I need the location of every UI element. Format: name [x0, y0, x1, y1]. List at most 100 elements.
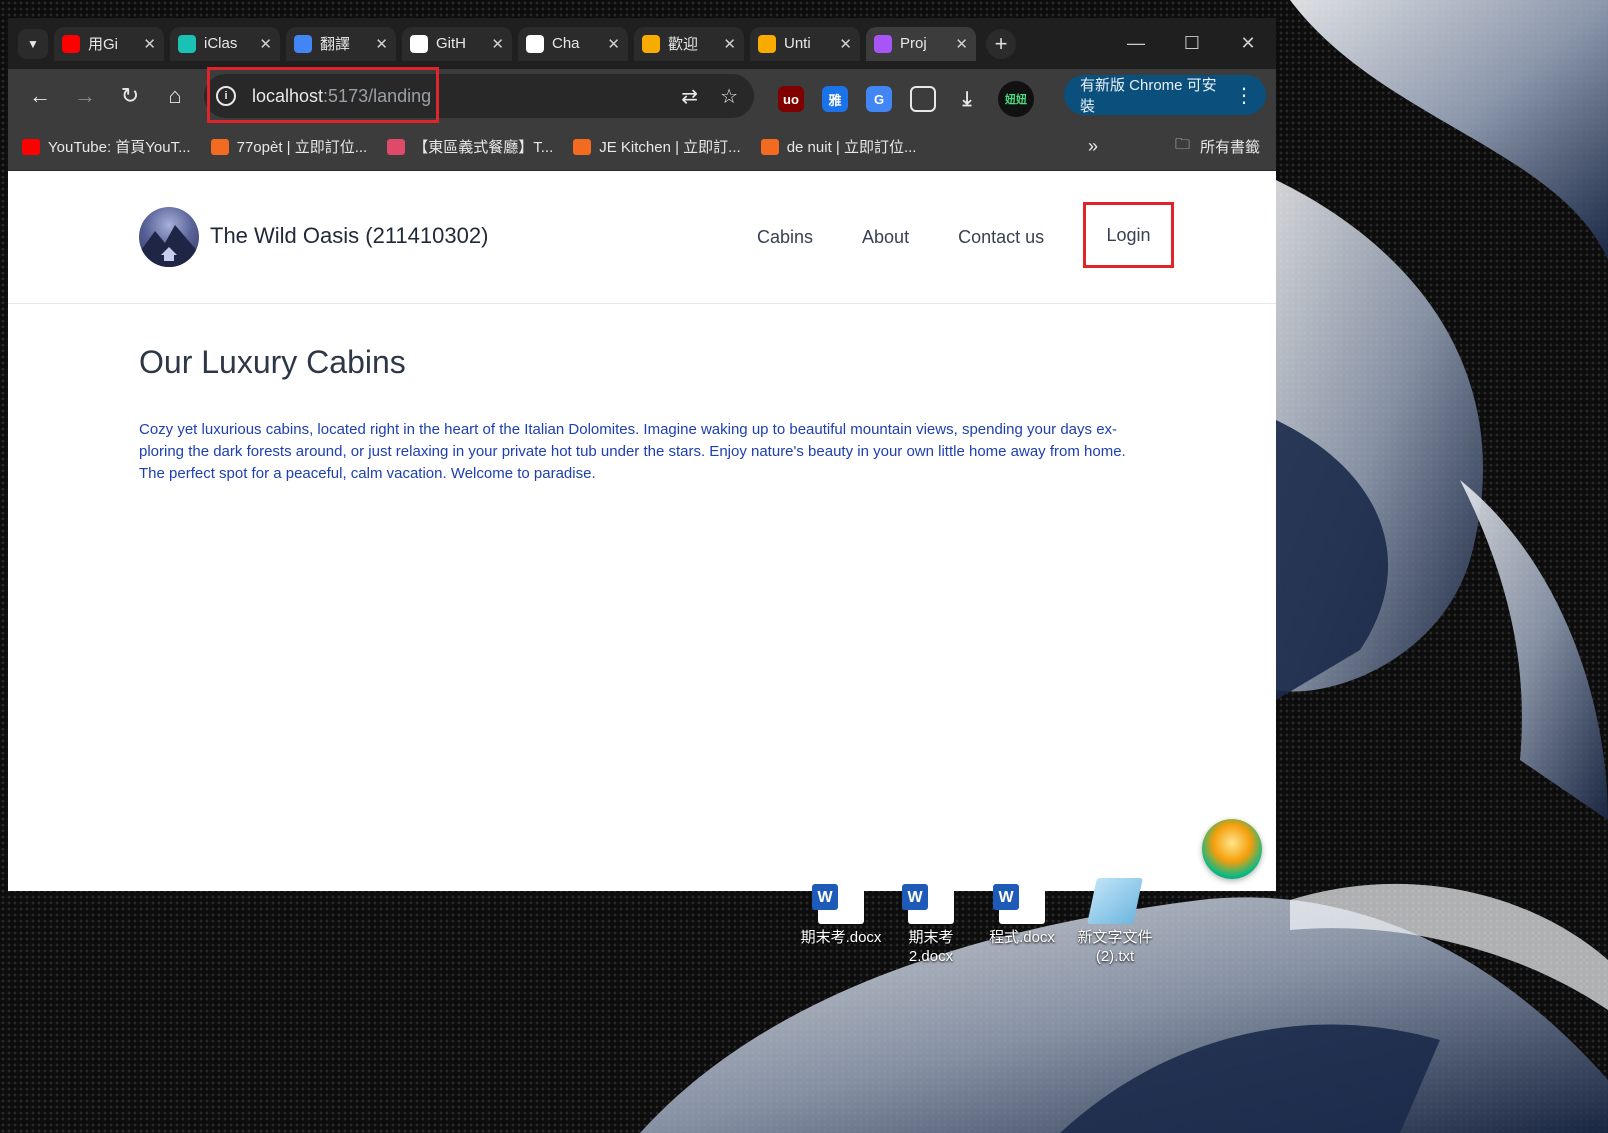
bookmark-label: 【東區義式餐廳】T...	[413, 139, 554, 156]
nav-cabins[interactable]: Cabins	[757, 227, 813, 248]
close-tab-icon[interactable]: ✕	[491, 35, 504, 53]
google-translate-icon[interactable]: G	[866, 86, 892, 112]
bookmark-item[interactable]: JE Kitchen | 立即訂...	[573, 136, 741, 157]
chatgpt-icon	[526, 34, 544, 53]
main-nav: Cabins About Contact us	[708, 171, 1044, 304]
tab-title: Unti	[784, 35, 811, 52]
floating-beach-button[interactable]	[1202, 819, 1262, 879]
tab-strip: ▼ 用Gi ✕ iClas ✕ 翻譯 ✕ GitH ✕ Cha ✕ 歡迎 ✕ Unti ✕ Proj ✕ + …	[8, 18, 1276, 69]
nav-contact[interactable]: Contact us	[958, 227, 1044, 248]
tab-6[interactable]: Unti ✕	[750, 26, 860, 61]
tab-search-button[interactable]: ▼	[18, 28, 48, 59]
close-tab-icon[interactable]: ✕	[143, 35, 156, 53]
bookmark-label: YouTube: 首頁YouT...	[48, 139, 191, 156]
profile-avatar[interactable]: 妞妞	[998, 81, 1034, 117]
tab-3[interactable]: GitH ✕	[402, 26, 512, 61]
download-icon[interactable]: ⤓	[954, 86, 980, 112]
home-button[interactable]: ⌂	[157, 78, 193, 114]
close-tab-icon[interactable]: ✕	[607, 35, 620, 53]
tab-title: iClas	[204, 35, 238, 52]
tab-title: 用Gi	[88, 36, 119, 53]
inline-icon	[210, 138, 229, 155]
desktop-file-icon[interactable]: W 程式.docx	[977, 878, 1067, 947]
bookmark-item[interactable]: 【東區義式餐廳】T...	[387, 136, 553, 157]
word-logo-icon: W	[902, 884, 928, 910]
main-content: Our Luxury Cabins Cozy yet luxurious cab…	[8, 304, 1276, 485]
page-description: Cozy yet luxurious cabins, located right…	[139, 421, 1126, 482]
inline-icon	[573, 138, 592, 155]
extensions-area: uo 雅 G ⤓ 妞妞	[778, 81, 1034, 117]
extensions-puzzle-icon[interactable]	[910, 86, 936, 112]
tab-2[interactable]: 翻譯 ✕	[286, 26, 396, 61]
bookmarks-overflow-button[interactable]: »	[1088, 136, 1098, 157]
close-tab-icon[interactable]: ✕	[955, 35, 968, 53]
close-tab-icon[interactable]: ✕	[259, 35, 272, 53]
chrome-update-button[interactable]: 有新版 Chrome 可安裝 ⋮	[1064, 75, 1266, 115]
arrow-left-icon: ←	[29, 83, 51, 108]
desktop-file-label: 期末考 2.docx	[908, 929, 954, 965]
close-tab-icon[interactable]: ✕	[375, 35, 388, 53]
bookmark-label: de nuit | 立即訂位...	[786, 139, 917, 156]
desktop-file-icon[interactable]: 新文字文件 (2).txt	[1070, 878, 1160, 966]
tab-4[interactable]: Cha ✕	[518, 26, 628, 61]
word-document-icon: W	[812, 878, 864, 924]
browser-toolbar: ← → ↻ ⌂ i localhost:5173/landing ⇄ ☆ uo …	[8, 69, 1276, 123]
close-window-button[interactable]: ✕	[1220, 18, 1276, 69]
youtube-icon	[62, 34, 80, 53]
tab-5[interactable]: 歡迎 ✕	[634, 26, 744, 61]
flower-icon	[387, 138, 406, 155]
all-bookmarks-label: 所有書籤	[1199, 139, 1260, 156]
github-icon	[410, 34, 428, 53]
site-header: The Wild Oasis (211410302) Cabins About …	[8, 171, 1276, 304]
nav-about[interactable]: About	[862, 227, 909, 248]
reload-button[interactable]: ↻	[112, 78, 148, 114]
more-vert-icon[interactable]: ⋮	[1234, 83, 1254, 108]
tab-0[interactable]: 用Gi ✕	[54, 26, 164, 61]
tab-title: 歡迎	[668, 36, 699, 53]
nav-login[interactable]: Login	[1083, 202, 1174, 268]
maximize-button[interactable]: ☐	[1164, 18, 1220, 69]
tab-title: Cha	[552, 35, 580, 52]
desktop-file-icon[interactable]: W 期末考 2.docx	[886, 878, 976, 966]
tab-7[interactable]: Proj ✕	[866, 26, 976, 61]
all-bookmarks-button[interactable]: 🗀 所有書籤	[1175, 134, 1260, 159]
ublock-icon[interactable]: uo	[778, 86, 804, 112]
tab-title: Proj	[900, 35, 927, 52]
tab-list: 用Gi ✕ iClas ✕ 翻譯 ✕ GitH ✕ Cha ✕ 歡迎 ✕ Unti ✕ Proj ✕	[54, 26, 982, 61]
youtube-icon	[22, 138, 40, 155]
desktop-file-label: 程式.docx	[989, 929, 1055, 946]
site-title[interactable]: The Wild Oasis (211410302)	[210, 223, 488, 249]
web-page: The Wild Oasis (211410302) Cabins About …	[8, 171, 1276, 891]
reload-icon: ↻	[120, 83, 140, 108]
translate-icon[interactable]: ⇄	[681, 84, 698, 109]
word-document-icon: W	[902, 878, 954, 924]
forward-button[interactable]: →	[67, 78, 103, 114]
new-tab-button[interactable]: +	[986, 28, 1016, 59]
desktop-file-label: 期末考.docx	[800, 929, 882, 946]
bookmark-item[interactable]: 77opèt | 立即訂位...	[210, 136, 368, 157]
mountain-cabin-icon	[139, 225, 199, 267]
desktop-file-icon[interactable]: W 期末考.docx	[796, 878, 886, 947]
colab-icon	[758, 34, 776, 53]
yahoo-dict-icon[interactable]: 雅	[822, 86, 848, 112]
bookmark-label: 77opèt | 立即訂位...	[236, 139, 368, 156]
bookmark-item[interactable]: de nuit | 立即訂位...	[760, 136, 917, 157]
site-logo[interactable]	[139, 207, 199, 267]
google-icon	[294, 34, 312, 53]
omnibox-actions: ⇄ ☆	[681, 84, 738, 109]
word-logo-icon: W	[993, 884, 1019, 910]
star-icon[interactable]: ☆	[720, 84, 738, 109]
text-file-icon	[1087, 878, 1143, 924]
bookmark-list: YouTube: 首頁YouT... 77opèt | 立即訂位... 【東區義式餐…	[22, 136, 916, 157]
tab-1[interactable]: iClas ✕	[170, 26, 280, 61]
close-tab-icon[interactable]: ✕	[723, 35, 736, 53]
minimize-button[interactable]: —	[1108, 18, 1164, 69]
update-label: 有新版 Chrome 可安裝	[1080, 77, 1217, 115]
bookmark-item[interactable]: YouTube: 首頁YouT...	[22, 136, 191, 157]
url-highlight-box	[207, 67, 439, 123]
back-button[interactable]: ←	[22, 78, 58, 114]
close-tab-icon[interactable]: ✕	[839, 35, 852, 53]
folder-icon: 🗀	[1174, 136, 1190, 153]
colab-icon	[642, 34, 660, 53]
arrow-right-icon: →	[74, 83, 96, 108]
